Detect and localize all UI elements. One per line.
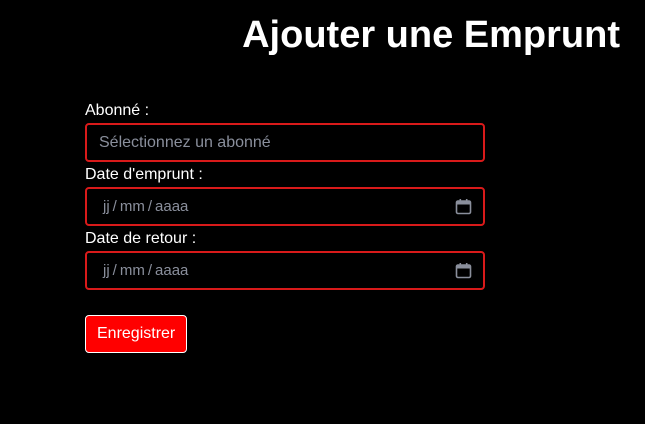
calendar-icon[interactable]	[455, 198, 472, 215]
subscriber-select[interactable]: Sélectionnez un abonné	[85, 123, 485, 162]
return-date-month: mm	[119, 262, 145, 279]
return-date-input[interactable]: jj / mm / aaaa	[85, 251, 485, 290]
borrow-date-day: jj	[103, 198, 110, 215]
submit-button[interactable]: Enregistrer	[85, 315, 188, 353]
borrow-date-month: mm	[119, 198, 145, 215]
page-title: Ajouter une Emprunt	[242, 14, 620, 56]
borrow-date-label: Date d'emprunt :	[85, 166, 203, 183]
borrow-form: Abonné : Sélectionnez un abonné Date d'e…	[85, 101, 485, 293]
return-date-label: Date de retour :	[85, 230, 197, 247]
borrow-date-year: aaaa	[155, 198, 189, 215]
return-date-separator: /	[147, 262, 153, 279]
borrow-date-placeholder: jj / mm / aaaa	[99, 198, 455, 215]
page: Ajouter une Emprunt Abonné : Sélectionne…	[0, 0, 645, 424]
subscriber-label: Abonné :	[85, 102, 150, 119]
borrow-date-separator: /	[112, 198, 117, 215]
return-date-separator: /	[112, 262, 117, 279]
calendar-icon[interactable]	[455, 262, 472, 279]
borrow-date-separator: /	[147, 198, 153, 215]
return-date-day: jj	[103, 262, 110, 279]
subscriber-placeholder: Sélectionnez un abonné	[99, 133, 271, 151]
return-date-placeholder: jj / mm / aaaa	[99, 262, 455, 279]
return-date-year: aaaa	[155, 262, 189, 279]
borrow-date-input[interactable]: jj / mm / aaaa	[85, 187, 485, 226]
